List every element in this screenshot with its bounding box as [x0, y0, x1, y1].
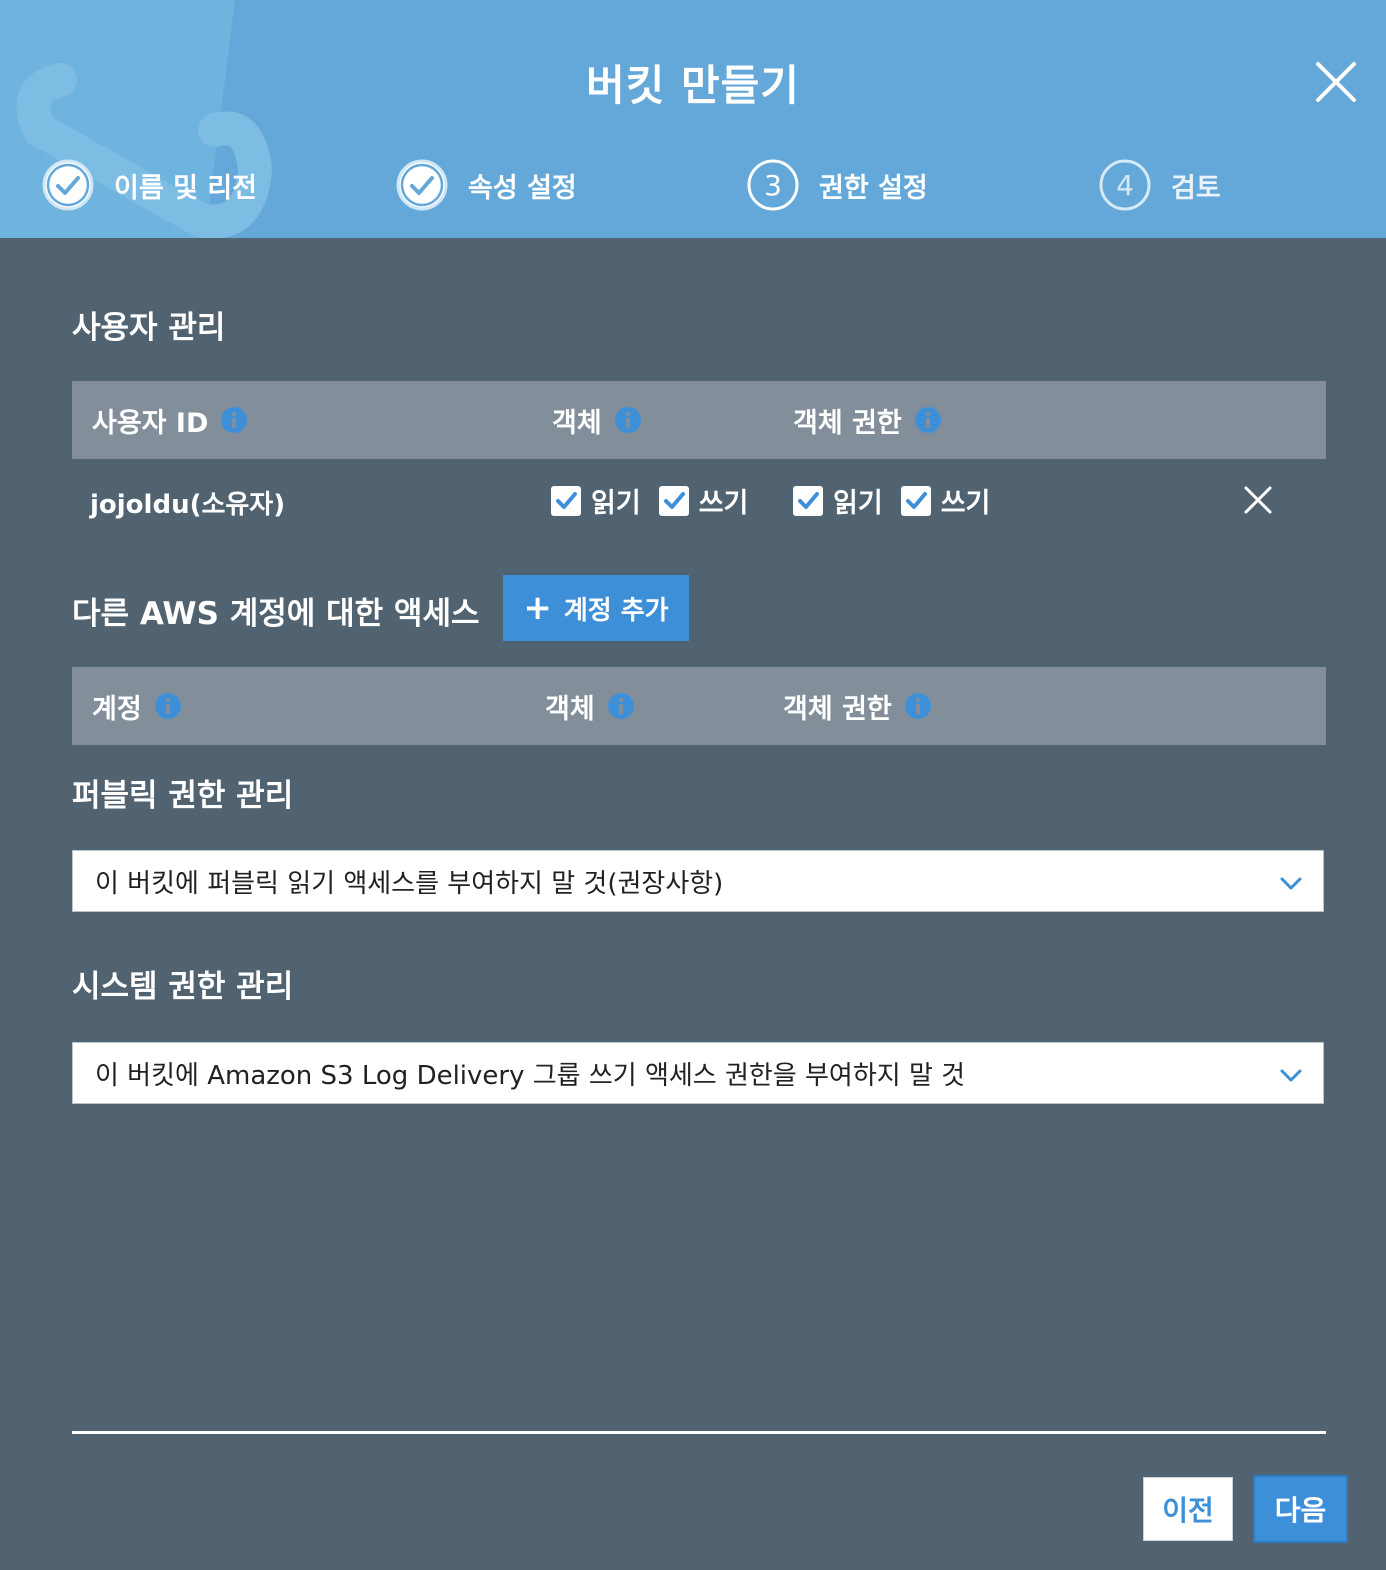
- public-permissions-select[interactable]: 이 버킷에 퍼블릭 읽기 액세스를 부여하지 말 것(권장사항): [72, 850, 1324, 912]
- user-management-title: 사용자 관리: [72, 310, 226, 346]
- step-review[interactable]: 4 검토: [1099, 157, 1221, 213]
- column-label: 계정: [92, 693, 142, 725]
- system-permissions-select[interactable]: 이 버킷에 Amazon S3 Log Delivery 그룹 쓰기 액세스 권…: [72, 1042, 1324, 1104]
- object-permission-read-checkbox[interactable]: [793, 485, 823, 516]
- checkbox-label: 쓰기: [698, 488, 749, 519]
- other-accounts-title: 다른 AWS 계정에 대한 액세스: [72, 596, 480, 632]
- add-account-label: 계정 추가: [563, 595, 669, 626]
- object-write-checkbox[interactable]: [658, 485, 689, 516]
- check-circle-icon: [42, 159, 94, 211]
- accounts-table-header: 계정 객체 객체 권한: [72, 667, 1326, 745]
- object-acl-permissions-group: 읽기 쓰기: [793, 481, 1008, 520]
- step-number: 4: [1116, 169, 1134, 202]
- column-label: 객체: [545, 693, 595, 725]
- checkmark-icon: [556, 491, 577, 509]
- object-read-checkbox[interactable]: [551, 485, 581, 516]
- column-label: 객체 권한: [783, 693, 892, 725]
- chevron-down-icon: [1280, 1069, 1302, 1082]
- checkmark-icon: [663, 491, 685, 509]
- column-header-object: 객체: [552, 381, 642, 459]
- select-value: 이 버킷에 Amazon S3 Log Delivery 그룹 쓰기 액세스 권…: [95, 1060, 966, 1091]
- next-button[interactable]: 다음: [1253, 1475, 1348, 1543]
- info-icon[interactable]: [154, 692, 182, 720]
- previous-button[interactable]: 이전: [1143, 1477, 1233, 1541]
- column-label: 사용자 ID: [92, 407, 209, 439]
- column-header-object-permission: 객체 권한: [783, 667, 932, 745]
- checkmark-icon: [905, 491, 927, 509]
- step-label: 권한 설정: [819, 172, 928, 204]
- checkbox-label: 읽기: [833, 488, 883, 519]
- column-header-account: 계정: [92, 667, 182, 745]
- add-account-button[interactable]: + 계정 추가: [503, 575, 689, 641]
- column-header-object-permission: 객체 권한: [793, 381, 942, 459]
- column-label: 객체 권한: [793, 407, 902, 439]
- info-icon[interactable]: [904, 692, 932, 720]
- object-permission-write-checkbox[interactable]: [900, 485, 931, 516]
- remove-user-icon[interactable]: [1242, 484, 1274, 516]
- step-label: 이름 및 리전: [114, 172, 257, 204]
- select-value: 이 버킷에 퍼블릭 읽기 액세스를 부여하지 말 것(권장사항): [95, 868, 724, 899]
- system-permissions-title: 시스템 권한 관리: [72, 969, 294, 1005]
- dialog-title: 버킷 만들기: [586, 61, 800, 110]
- step-name-region[interactable]: 이름 및 리전: [42, 157, 257, 213]
- step-permissions[interactable]: 3 권한 설정: [747, 157, 928, 213]
- object-permissions-group: 읽기 쓰기: [551, 481, 766, 520]
- check-circle-icon: [396, 159, 448, 211]
- wizard-header: 버킷 만들기 이름 및 리전 속성 설정 3 권한 설정 4 검토: [0, 0, 1386, 238]
- public-permissions-title: 퍼블릭 권한 관리: [72, 778, 294, 814]
- step-number-circle-icon: 4: [1099, 159, 1151, 211]
- close-icon[interactable]: [1312, 58, 1360, 106]
- user-table-header: 사용자 ID 객체 객체 권한: [72, 381, 1326, 459]
- info-icon[interactable]: [607, 692, 635, 720]
- checkbox-label: 읽기: [591, 488, 641, 519]
- footer-divider: [72, 1431, 1326, 1434]
- step-label: 속성 설정: [468, 172, 577, 204]
- step-label: 검토: [1171, 172, 1221, 204]
- column-header-user-id: 사용자 ID: [92, 381, 248, 459]
- info-icon[interactable]: [914, 406, 942, 434]
- step-number: 3: [764, 169, 782, 202]
- step-properties[interactable]: 속성 설정: [396, 157, 577, 213]
- column-header-object: 객체: [545, 667, 635, 745]
- chevron-down-icon: [1280, 877, 1302, 890]
- plus-icon: +: [523, 588, 552, 628]
- checkbox-label: 쓰기: [940, 488, 991, 519]
- checkmark-icon: [798, 491, 819, 509]
- info-icon[interactable]: [614, 406, 642, 434]
- user-id-cell: jojoldu(소유자): [90, 490, 286, 520]
- info-icon[interactable]: [220, 406, 248, 434]
- step-number-circle-icon: 3: [747, 159, 799, 211]
- column-label: 객체: [552, 407, 602, 439]
